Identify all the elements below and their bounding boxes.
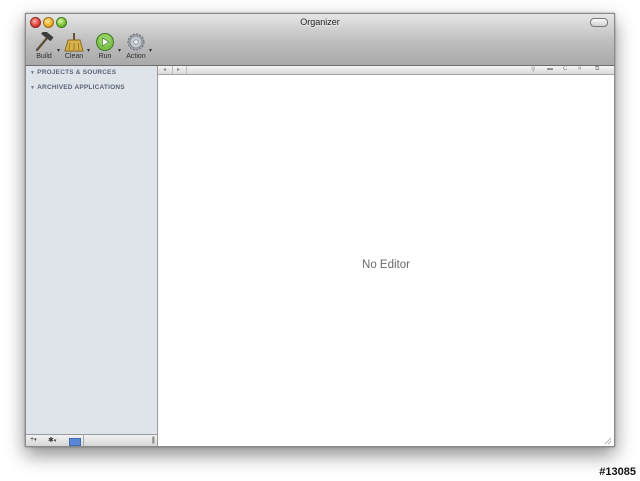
divider	[83, 435, 84, 446]
symbols-menu-button[interactable]: ▬	[547, 66, 553, 72]
divider	[186, 66, 187, 74]
window-titlebar: Organizer ▾ Build ▾ Clean ▾ Run ▾ Action	[26, 14, 614, 66]
section-label: PROJECTS & SOURCES	[37, 69, 117, 76]
toolbar-toggle-button[interactable]	[590, 18, 608, 27]
editor-navigation-bar: ◂ ▸ ⚲ ▬ C # ⧉	[158, 66, 614, 75]
organizer-window: Organizer ▾ Build ▾ Clean ▾ Run ▾ Action…	[25, 13, 615, 447]
back-button[interactable]: ◂	[163, 66, 166, 73]
broom-icon	[64, 33, 84, 52]
bookmarks-menu-button[interactable]: ⚲	[531, 66, 535, 73]
run-button[interactable]: ▾ Run	[90, 32, 121, 66]
gear-icon	[127, 33, 145, 51]
build-button[interactable]: ▾ Build	[29, 32, 60, 66]
counterpart-button[interactable]: ⧉	[595, 66, 599, 73]
view-toggle-button[interactable]	[69, 438, 81, 446]
play-icon	[96, 33, 114, 51]
section-label: ARCHIVED APPLICATIONS	[37, 84, 125, 91]
clean-button[interactable]: ▾ Clean	[59, 32, 90, 66]
divider	[172, 66, 173, 74]
action-label: Action	[126, 53, 146, 60]
source-list-sidebar: ▼ PROJECTS & SOURCES ▼ ARCHIVED APPLICATIO…	[26, 66, 158, 436]
build-label: Build	[36, 53, 52, 60]
no-editor-message: No Editor	[362, 259, 410, 271]
chevron-down-icon: ▾	[53, 438, 57, 444]
classes-menu-button[interactable]: C	[563, 66, 567, 72]
sidebar-bottom-bar: +▾ ✱▾ |||	[26, 434, 158, 446]
window-title: Organizer	[300, 17, 340, 27]
editor-area[interactable]: No Editor	[158, 75, 614, 446]
clean-label: Clean	[64, 53, 84, 60]
section-archived-applications[interactable]: ▼ ARCHIVED APPLICATIONS	[30, 84, 125, 91]
section-projects-sources[interactable]: ▼ PROJECTS & SOURCES	[30, 69, 116, 76]
image-watermark: #13085	[599, 466, 636, 478]
chevron-down-icon: ▾	[34, 437, 37, 443]
resize-grip-icon[interactable]	[604, 437, 612, 445]
disclosure-triangle-icon[interactable]: ▼	[30, 70, 35, 76]
chevron-down-icon: ▾	[148, 48, 152, 54]
hammer-icon	[35, 32, 54, 52]
run-label: Run	[98, 53, 112, 60]
forward-button[interactable]: ▸	[177, 66, 180, 73]
sidebar-action-button[interactable]: ✱▾	[48, 436, 56, 444]
includes-menu-button[interactable]: #	[578, 66, 581, 72]
action-button[interactable]: ▾ Action	[121, 32, 152, 66]
add-button[interactable]: +▾	[30, 436, 37, 443]
splitter-grip-icon[interactable]: |||	[152, 437, 156, 444]
disclosure-triangle-icon[interactable]: ▼	[30, 85, 35, 91]
